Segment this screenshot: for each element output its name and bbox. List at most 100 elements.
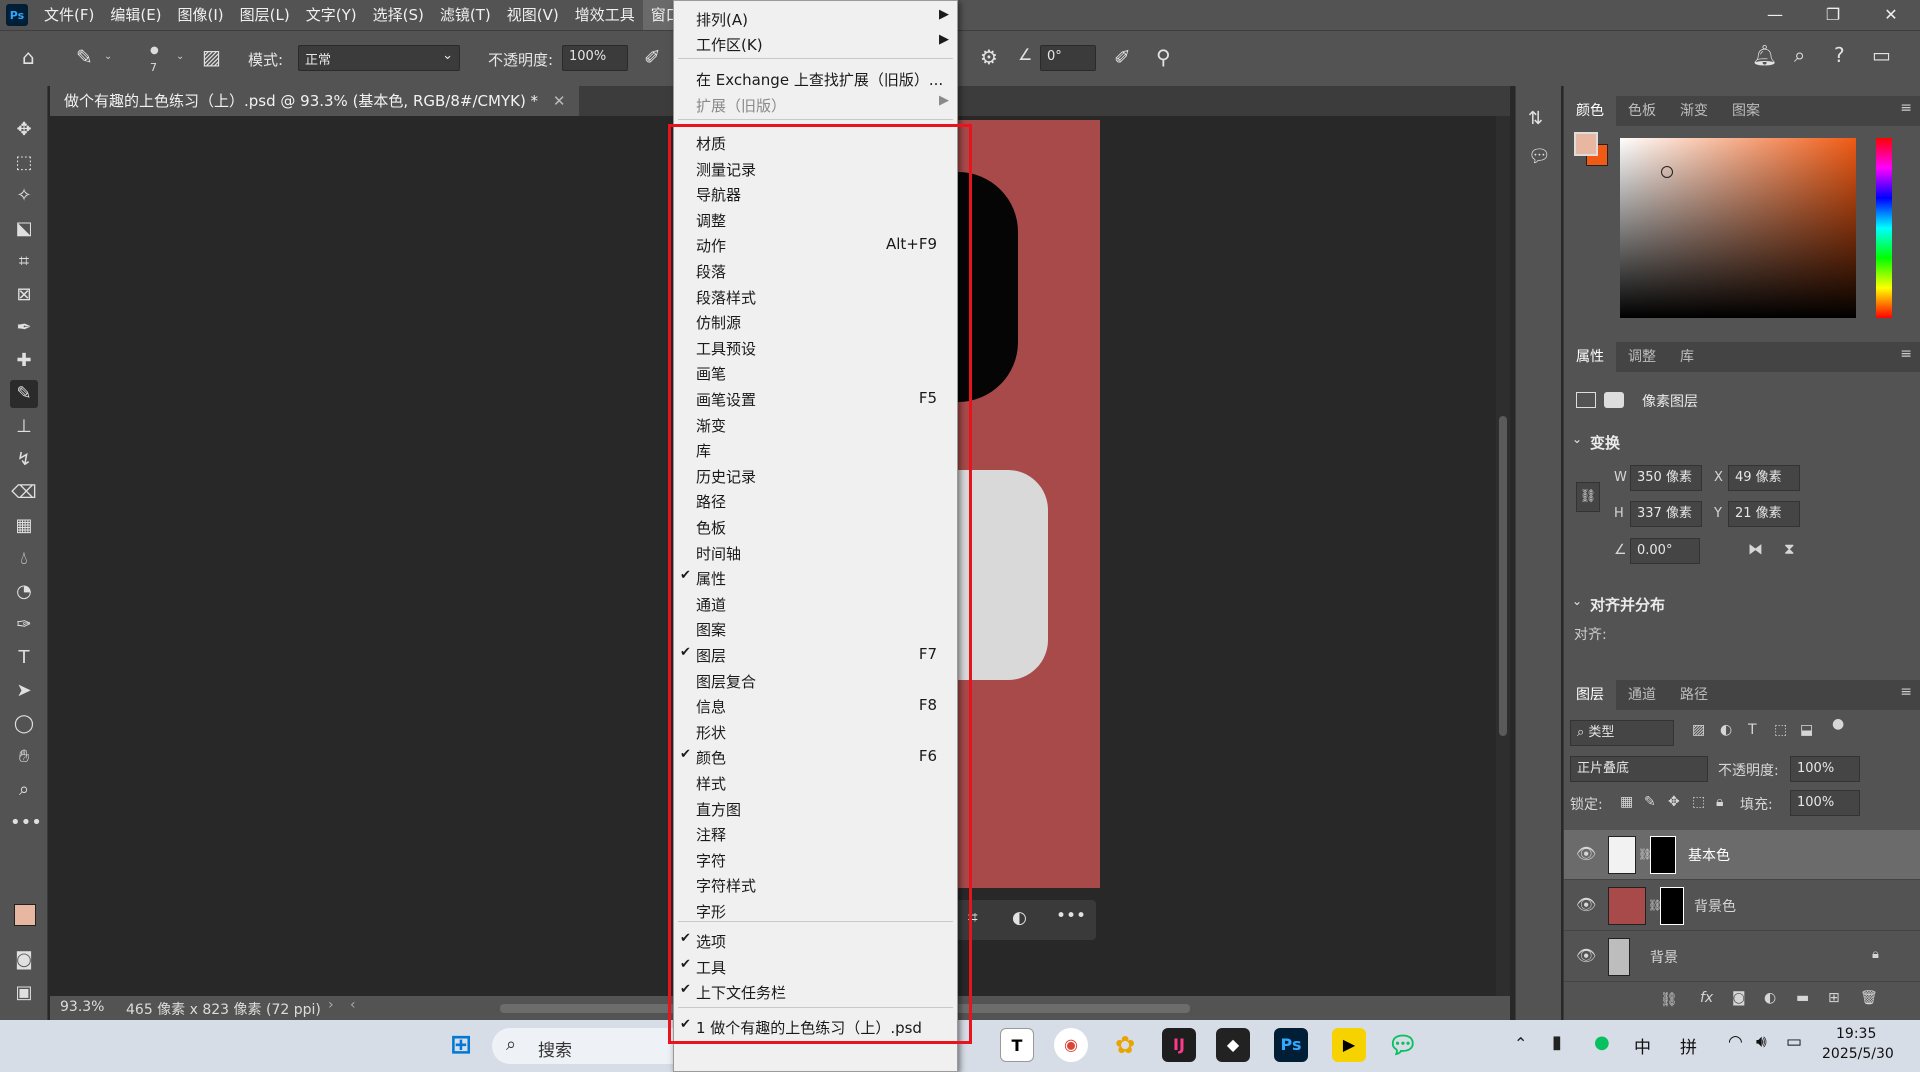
blur-tool-icon[interactable]: 💧︎	[10, 545, 38, 573]
x-field[interactable]: 49 像素	[1728, 465, 1800, 491]
vertical-scrollbar[interactable]	[1496, 116, 1510, 996]
shape-tool-icon[interactable]: ◯	[10, 710, 38, 738]
fill-field[interactable]: 100%	[1790, 790, 1860, 816]
foreground-color-chip[interactable]	[1574, 132, 1598, 156]
windows-start-icon[interactable]: ⊞	[444, 1028, 478, 1062]
comments-panel-icon[interactable]: 💬︎	[1528, 148, 1551, 166]
healing-tool-icon[interactable]: ✚	[10, 347, 38, 375]
window-menu-item[interactable]: 在 Exchange 上查找扩展（旧版）...	[674, 65, 957, 91]
brush-tool-icon[interactable]: ✎	[10, 380, 38, 408]
object-select-tool-icon[interactable]: ⬕	[10, 215, 38, 243]
layer-name[interactable]: 背景色	[1694, 896, 1736, 916]
ime-mode[interactable]: 拼	[1680, 1033, 1697, 1058]
audio-monitor-icon[interactable]: ▮	[1552, 1032, 1562, 1053]
layer-opacity-field[interactable]: 100%	[1790, 756, 1860, 782]
wifi-icon[interactable]: ◠	[1728, 1032, 1743, 1052]
hand-tool-icon[interactable]: ✋︎	[10, 743, 38, 771]
pen-tool-icon[interactable]: ✑	[10, 611, 38, 639]
layer-mask-thumbnail[interactable]	[1660, 887, 1684, 925]
taskbar-search[interactable]: ⌕ 搜索	[492, 1028, 692, 1064]
close-icon[interactable]: ✕	[1862, 0, 1920, 30]
height-field[interactable]: 337 像素	[1630, 501, 1702, 527]
tab-paths[interactable]: 路径	[1668, 680, 1720, 710]
tab-swatches[interactable]: 色板	[1616, 96, 1668, 126]
menu-plugins[interactable]: 增效工具	[567, 0, 643, 30]
filter-smart-object-icon[interactable]: ⬓	[1800, 722, 1813, 738]
new-group-icon[interactable]: ▬	[1796, 990, 1809, 1006]
eyedropper-tool-icon[interactable]: ✒	[10, 314, 38, 342]
type-tool-icon[interactable]: T	[10, 644, 38, 672]
chevron-down-icon[interactable]: ⌄	[1572, 432, 1582, 446]
history-brush-tool-icon[interactable]: ↯	[10, 446, 38, 474]
foreground-color-swatch[interactable]	[14, 904, 36, 926]
crop-tool-icon[interactable]: ⌗	[10, 248, 38, 276]
menu-type[interactable]: 文字(Y)	[298, 0, 365, 30]
filter-adjustment-icon[interactable]: ◐	[1720, 722, 1732, 738]
restore-icon[interactable]: ❐	[1804, 0, 1862, 30]
move-tool-icon[interactable]: ✥	[10, 116, 38, 144]
adjustment-layer-icon[interactable]: ◐	[1764, 990, 1776, 1006]
eraser-tool-icon[interactable]: ⌫	[10, 479, 38, 507]
tab-channels[interactable]: 通道	[1616, 680, 1668, 710]
angle-field[interactable]: 0°	[1040, 45, 1096, 71]
battery-icon[interactable]: ▭	[1786, 1032, 1802, 1052]
more-tools-icon[interactable]: •••	[10, 809, 42, 837]
gear-icon[interactable]: ⚙	[980, 47, 998, 67]
filter-type-icon[interactable]: T	[1748, 722, 1757, 738]
home-icon[interactable]: ⌂	[22, 47, 35, 67]
symmetry-icon[interactable]: ⚲	[1156, 47, 1171, 67]
y-field[interactable]: 21 像素	[1728, 501, 1800, 527]
add-mask-icon[interactable]: ◙	[1732, 990, 1746, 1006]
history-panel-icon[interactable]: ⇅	[1528, 110, 1543, 128]
zoom-level[interactable]: 93.3%	[60, 999, 104, 1015]
lock-artboard-icon[interactable]: ⬚	[1692, 794, 1705, 810]
marquee-tool-icon[interactable]: ⬚	[10, 149, 38, 177]
window-menu-item[interactable]: 工作区(K) ▶	[674, 30, 957, 56]
app-icon[interactable]: ◆	[1216, 1028, 1250, 1062]
visibility-eye-icon[interactable]: 👁︎	[1576, 946, 1596, 965]
chevron-left-icon[interactable]: ‹	[350, 997, 356, 1013]
zoom-tool-icon[interactable]: ⌕	[10, 776, 38, 804]
paw-app-icon[interactable]: ✿	[1108, 1028, 1142, 1062]
menu-filter[interactable]: 滤镜(T)	[432, 0, 499, 30]
document-tab[interactable]: 做个有趣的上色练习（上）.psd @ 93.3% (基本色, RGB/8#/CM…	[50, 86, 580, 116]
tab-libraries[interactable]: 库	[1668, 342, 1706, 372]
player-icon[interactable]: ▶	[1332, 1028, 1366, 1062]
search-icon[interactable]: ⌕	[1794, 45, 1805, 65]
chevron-up-icon[interactable]: ⌃	[1514, 1034, 1527, 1053]
pressure-size-icon[interactable]: ✐	[1114, 47, 1131, 67]
menu-layer[interactable]: 图层(L)	[232, 0, 298, 30]
menu-view[interactable]: 视图(V)	[499, 0, 567, 30]
menu-file[interactable]: 文件(F)	[36, 0, 102, 30]
filter-pixel-icon[interactable]: ▨	[1692, 722, 1705, 738]
volume-icon[interactable]: 🔊︎	[1756, 1032, 1767, 1052]
align-section-title[interactable]: 对齐并分布	[1590, 594, 1665, 615]
workspace-icon[interactable]: ▭	[1872, 45, 1891, 65]
more-icon[interactable]: •••	[1056, 908, 1086, 925]
layer-row-background[interactable]: 👁︎ 背景 🔒︎	[1564, 932, 1920, 982]
brush-tool-icon[interactable]: ✎	[76, 47, 93, 67]
layer-row-background-color[interactable]: 👁︎ ⛓︎ 背景色	[1564, 881, 1920, 931]
tab-gradients[interactable]: 渐变	[1668, 96, 1720, 126]
blend-mode-select[interactable]: 正片叠底	[1570, 756, 1708, 782]
menu-select[interactable]: 选择(S)	[365, 0, 432, 30]
layer-row-base-color[interactable]: 👁︎ ⛓︎ 基本色	[1564, 830, 1920, 880]
minimize-icon[interactable]: —	[1746, 0, 1804, 30]
clock-date[interactable]: 2025/5/30	[1822, 1046, 1894, 1062]
quick-mask-icon[interactable]: ◙	[10, 946, 38, 974]
visibility-eye-icon[interactable]: 👁︎	[1576, 844, 1596, 863]
mask-icon[interactable]	[1604, 392, 1624, 408]
color-picker-cursor[interactable]	[1661, 166, 1673, 178]
visibility-eye-icon[interactable]: 👁︎	[1576, 895, 1596, 914]
chevron-down-icon[interactable]: ⌄	[1572, 594, 1582, 608]
tab-layers[interactable]: 图层	[1564, 680, 1616, 710]
bell-icon[interactable]: 🔔︎	[1752, 45, 1777, 65]
scrollbar-thumb[interactable]	[1499, 416, 1507, 736]
ime-language[interactable]: 中	[1634, 1033, 1651, 1058]
fx-icon[interactable]: fx	[1700, 990, 1713, 1006]
width-field[interactable]: 350 像素	[1630, 465, 1702, 491]
brush-settings-icon[interactable]: ▨	[202, 47, 221, 67]
frame-tool-icon[interactable]: ⊠	[10, 281, 38, 309]
help-icon[interactable]: ?	[1834, 45, 1845, 65]
menu-edit[interactable]: 编辑(E)	[102, 0, 169, 30]
